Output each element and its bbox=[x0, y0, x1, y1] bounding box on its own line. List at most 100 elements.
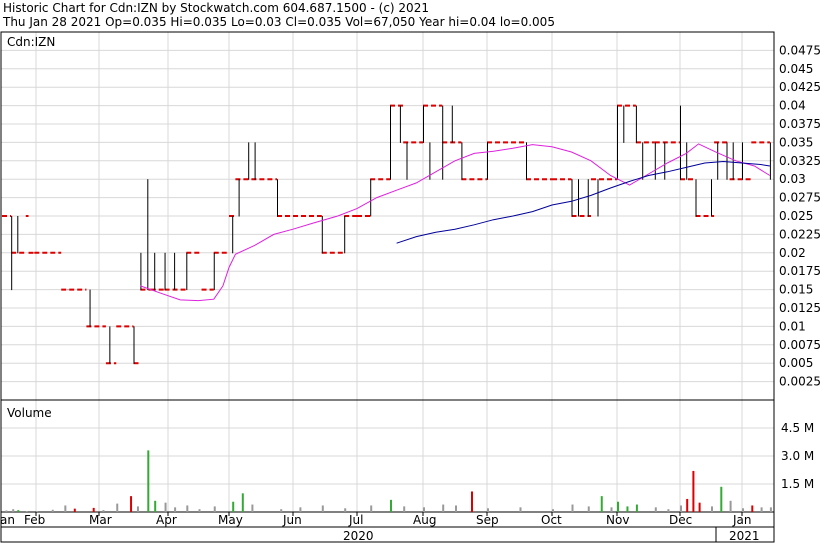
price-y-tick-label: 0.0025 bbox=[779, 375, 821, 389]
volume-bar bbox=[680, 505, 682, 512]
volume-bar bbox=[25, 511, 28, 512]
month-label: Jul bbox=[348, 513, 363, 527]
month-label: Dec bbox=[669, 513, 692, 527]
volume-bar bbox=[5, 510, 8, 512]
price-y-tick-label: 0.005 bbox=[779, 356, 813, 370]
volume-panel-title: Volume bbox=[7, 406, 52, 420]
volume-bar bbox=[136, 506, 139, 512]
month-label: May bbox=[218, 513, 243, 527]
ma-long-line bbox=[396, 160, 770, 244]
volume-bar bbox=[36, 511, 38, 512]
year-axis-frame bbox=[0, 526, 775, 543]
month-label: Sep bbox=[476, 513, 499, 527]
volume-bar bbox=[635, 504, 638, 512]
moving-averages bbox=[140, 143, 771, 302]
price-y-tick-label: 0.0475 bbox=[779, 43, 821, 57]
volume-bar bbox=[370, 505, 373, 512]
stock-chart: Cdn:IZN Volume 0.0025 0.005 0.0075 0.01 0.01… bbox=[0, 31, 821, 543]
volume-bar bbox=[610, 507, 613, 512]
price-y-tick-label: 0.04 bbox=[779, 99, 806, 113]
volume-bar bbox=[299, 507, 302, 512]
year-label: 2020 bbox=[343, 529, 374, 543]
volume-bar bbox=[711, 506, 713, 512]
volume-bar bbox=[130, 496, 133, 512]
price-y-tick-label: 0.025 bbox=[779, 209, 813, 223]
volume-bar bbox=[403, 506, 406, 512]
volume-bar bbox=[698, 502, 701, 512]
volume-bar bbox=[626, 506, 629, 512]
volume-bar bbox=[174, 507, 177, 512]
volume-bar bbox=[12, 509, 15, 512]
price-y-tick-label: 0.03 bbox=[779, 172, 806, 186]
year-label: 2021 bbox=[729, 529, 760, 543]
volume-bar bbox=[51, 509, 54, 512]
axis-labels: 0.0025 0.005 0.0075 0.01 0.0125 0.015 0.0175 0.… bbox=[0, 43, 821, 543]
month-label: Aug bbox=[413, 513, 436, 527]
grid bbox=[1, 32, 774, 512]
volume-bar bbox=[729, 500, 732, 512]
volume-bar bbox=[198, 509, 201, 512]
volume-y-tick-label: 3.0 M bbox=[781, 449, 814, 463]
month-label: Nov bbox=[606, 513, 629, 527]
price-y-tick-label: 0.015 bbox=[779, 283, 813, 297]
price-y-tick-label: 0.035 bbox=[779, 135, 813, 149]
volume-bar bbox=[487, 508, 489, 512]
volume-bar bbox=[471, 491, 473, 512]
price-y-tick-label: 0.0325 bbox=[779, 154, 821, 168]
volume-bar bbox=[742, 508, 744, 512]
month-label: Oct bbox=[541, 513, 562, 527]
price-y-tick-label: 0.0225 bbox=[779, 227, 821, 241]
volume-bar bbox=[17, 510, 20, 512]
volume-bar bbox=[116, 503, 119, 512]
volume-bar bbox=[571, 504, 574, 512]
volume-bar bbox=[92, 507, 95, 512]
volume-bar bbox=[241, 493, 244, 512]
volume-y-tick-label: 1.5 M bbox=[781, 477, 814, 491]
volume-bar bbox=[692, 470, 695, 512]
volume-bar bbox=[751, 505, 754, 512]
volume-bar bbox=[164, 502, 167, 512]
price-y-tick-label: 0.0125 bbox=[779, 301, 821, 315]
month-label: Apr bbox=[156, 513, 177, 527]
volume-bar bbox=[667, 509, 670, 512]
month-label: an bbox=[0, 513, 15, 527]
volume-bar bbox=[64, 505, 67, 512]
price-y-tick-label: 0.0075 bbox=[779, 338, 821, 352]
price-y-tick-label: 0.02 bbox=[779, 246, 806, 260]
ma-short-line bbox=[140, 143, 771, 302]
volume-bar bbox=[344, 508, 347, 512]
volume-bar bbox=[519, 507, 522, 512]
price-y-tick-label: 0.045 bbox=[779, 62, 813, 76]
volume-bar bbox=[552, 509, 554, 512]
volume-bar bbox=[760, 507, 763, 512]
volume-bar bbox=[147, 450, 150, 512]
price-y-tick-label: 0.01 bbox=[779, 319, 806, 333]
volume-bar bbox=[232, 501, 235, 512]
volume-bar bbox=[390, 499, 392, 512]
price-y-tick-label: 0.0175 bbox=[779, 264, 821, 278]
volume-bar bbox=[654, 507, 657, 512]
volume-bar bbox=[600, 496, 603, 512]
price-y-tick-label: 0.0275 bbox=[779, 191, 821, 205]
volume-bar bbox=[617, 501, 619, 512]
volume-bar bbox=[769, 507, 772, 512]
volume-bar bbox=[102, 510, 105, 512]
volume-bar bbox=[686, 498, 689, 512]
month-label: Mar bbox=[89, 513, 112, 527]
price-panel-title: Cdn:IZN bbox=[7, 35, 55, 49]
price-y-tick-label: 0.0425 bbox=[779, 80, 821, 94]
month-label: Jan bbox=[732, 513, 752, 527]
volume-bar bbox=[455, 505, 457, 512]
month-label: Feb bbox=[24, 513, 45, 527]
month-label: Jun bbox=[282, 513, 302, 527]
volume-y-tick-label: 4.5 M bbox=[781, 421, 814, 435]
volume-bar bbox=[186, 505, 189, 512]
volume-bar bbox=[423, 507, 425, 512]
price-y-tick-label: 0.0375 bbox=[779, 117, 821, 131]
volume-bar bbox=[280, 509, 283, 512]
volume-bar bbox=[720, 486, 723, 512]
volume-bar bbox=[154, 500, 157, 512]
volume-bar bbox=[442, 504, 445, 512]
volume-bar bbox=[251, 504, 254, 512]
volume-bar bbox=[73, 508, 76, 512]
